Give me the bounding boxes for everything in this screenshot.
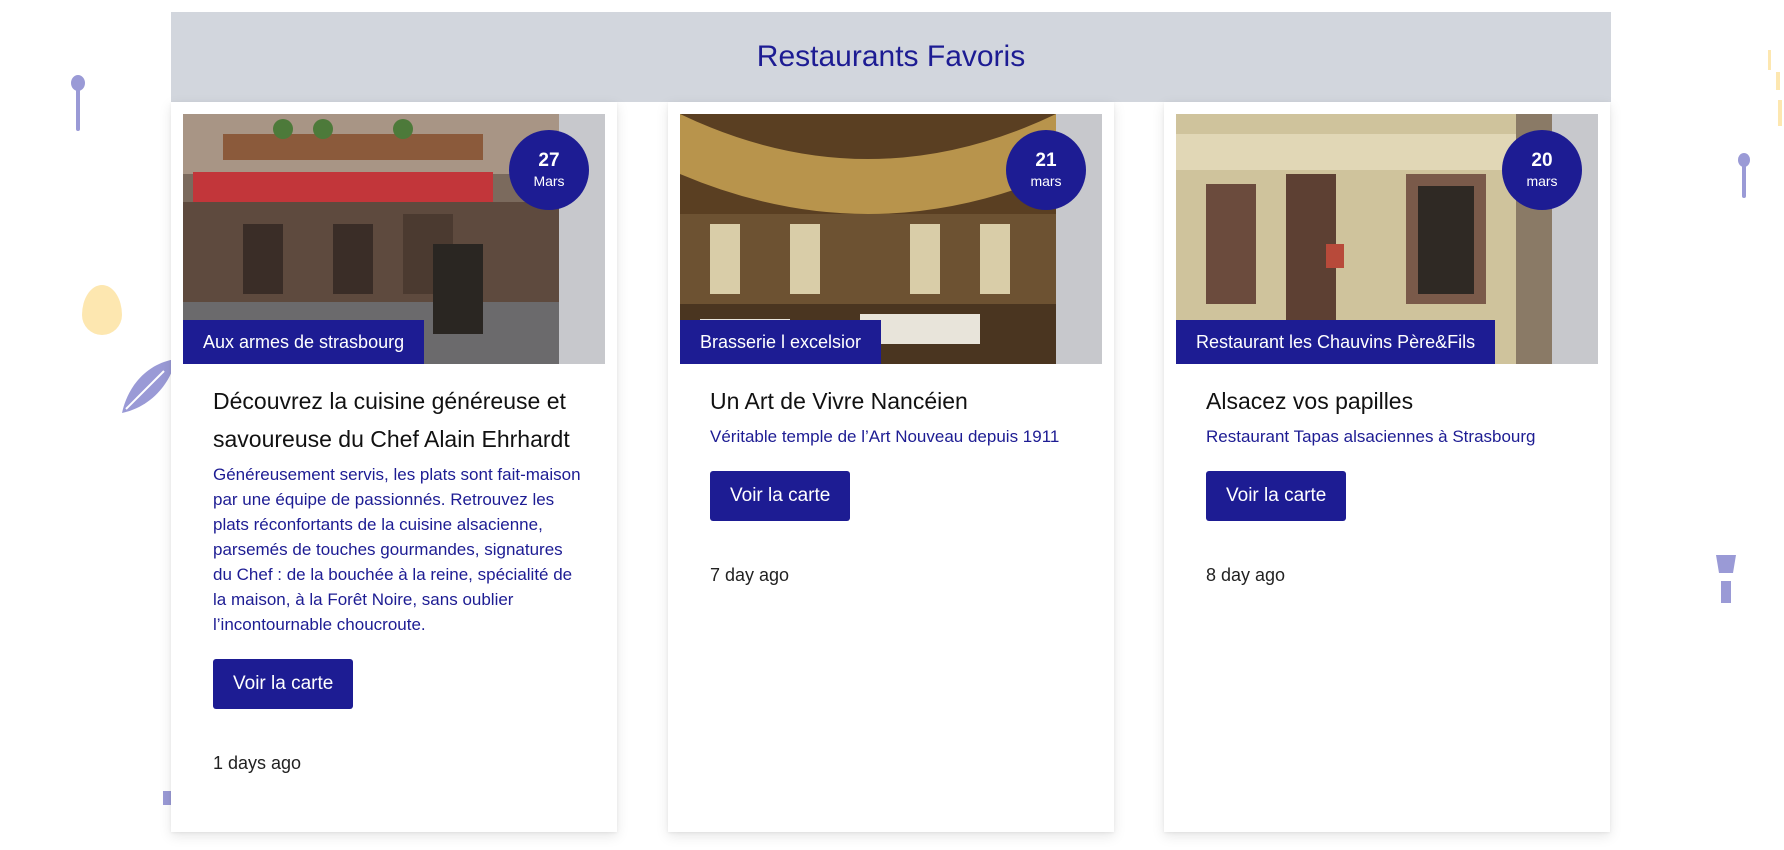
card-body: Découvrez la cuisine généreuse et savour… xyxy=(213,382,583,774)
glass-icon xyxy=(1716,555,1736,603)
page-header: Restaurants Favoris xyxy=(171,12,1611,102)
spoon-icon xyxy=(71,75,85,131)
date-badge: 27 Mars xyxy=(509,130,589,210)
card-body: Alsacez vos papilles Restaurant Tapas al… xyxy=(1206,382,1576,586)
card-title: Alsacez vos papilles xyxy=(1206,388,1414,414)
restaurant-card: 20 mars Restaurant les Chauvins Père&Fil… xyxy=(1164,102,1610,832)
card-image: 20 mars Restaurant les Chauvins Père&Fil… xyxy=(1176,114,1598,364)
restaurant-name-tag: Aux armes de strasbourg xyxy=(183,320,425,364)
card-description: Généreusement servis, les plats sont fai… xyxy=(213,465,581,634)
view-menu-button[interactable]: Voir la carte xyxy=(1206,471,1347,521)
restaurant-card: 21 mars Brasserie l excelsior Un Art de … xyxy=(668,102,1114,832)
date-month: Mars xyxy=(533,173,565,189)
date-badge: 21 mars xyxy=(1006,130,1086,210)
spoon-icon xyxy=(1738,153,1750,198)
date-month: mars xyxy=(1526,173,1558,189)
date-day: 21 xyxy=(1035,150,1057,171)
card-description: Restaurant Tapas alsaciennes à Strasbour… xyxy=(1206,427,1536,446)
card-title: Découvrez la cuisine généreuse et savour… xyxy=(213,388,570,452)
posted-time: 1 days ago xyxy=(213,753,302,773)
view-menu-button[interactable]: Voir la carte xyxy=(213,659,354,709)
card-body: Un Art de Vivre Nancéien Véritable templ… xyxy=(710,382,1080,586)
page-title: Restaurants Favoris xyxy=(756,40,1026,73)
fork-icon xyxy=(1768,50,1782,126)
date-month: mars xyxy=(1030,173,1062,189)
egg-icon xyxy=(82,285,122,335)
date-day: 27 xyxy=(538,150,560,171)
restaurant-name-tag: Restaurant les Chauvins Père&Fils xyxy=(1176,320,1496,364)
restaurant-name-tag: Brasserie l excelsior xyxy=(680,320,882,364)
date-badge: 20 mars xyxy=(1502,130,1582,210)
restaurant-card: 27 Mars Aux armes de strasbourg Découvre… xyxy=(171,102,617,832)
date-day: 20 xyxy=(1531,150,1553,171)
card-image: 27 Mars Aux armes de strasbourg xyxy=(183,114,605,364)
posted-time: 8 day ago xyxy=(1206,565,1286,585)
card-image: 21 mars Brasserie l excelsior xyxy=(680,114,1102,364)
card-title: Un Art de Vivre Nancéien xyxy=(710,388,968,414)
card-description: Véritable temple de l’Art Nouveau depuis… xyxy=(710,427,1060,446)
view-menu-button[interactable]: Voir la carte xyxy=(710,471,851,521)
leaf-icon xyxy=(122,359,176,413)
posted-time: 7 day ago xyxy=(710,565,790,585)
